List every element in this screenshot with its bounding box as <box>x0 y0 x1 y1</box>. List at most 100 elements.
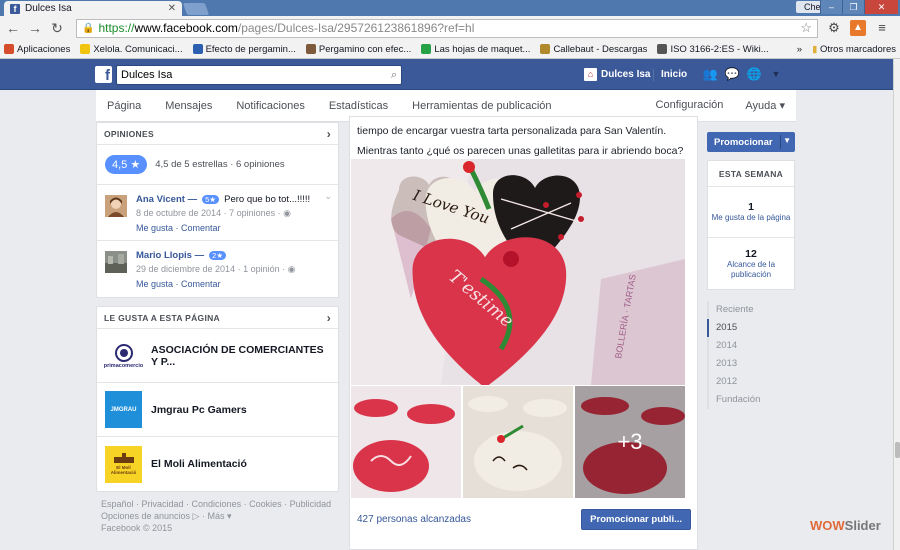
reviewer-avatar[interactable] <box>105 251 127 273</box>
page-scrollbar[interactable] <box>893 59 900 550</box>
chevron-right-icon[interactable]: › <box>327 311 331 325</box>
nav-estadisticas[interactable]: Estadísticas <box>329 100 388 112</box>
liked-page-logo[interactable]: JMGRAU <box>105 391 142 428</box>
review-stars-badge: 5★ <box>202 195 220 204</box>
reviewer-name[interactable]: Mario Llopis — <box>136 250 204 261</box>
post-reach[interactable]: 427 personas alcanzadas <box>357 514 471 525</box>
weekly-stat-label[interactable]: Alcance de la publicación <box>708 260 794 280</box>
bookmark-item[interactable]: Efecto de pergamin... <box>192 43 296 55</box>
review-actions[interactable]: Me gusta · Comentar <box>136 223 330 233</box>
facebook-search[interactable]: ⌕ <box>116 65 402 85</box>
liked-page-logo[interactable]: El Molí Alimentació <box>105 445 142 483</box>
profile-avatar-icon: ⌂ <box>584 68 597 81</box>
timeline-item[interactable]: 2012 <box>709 373 795 391</box>
post-thumbnail[interactable] <box>351 386 461 498</box>
reviewer-name[interactable]: Ana Vicent — <box>136 194 197 205</box>
this-week-card: ESTA SEMANA 1 Me gusta de la página 12 A… <box>707 160 795 290</box>
search-input[interactable] <box>121 69 391 81</box>
address-bar[interactable]: 🔒 https://www.facebook.com/pages/Dulces-… <box>76 18 818 38</box>
post-thumbnail[interactable] <box>463 386 573 498</box>
chrome-menu-icon[interactable]: ≡ <box>874 20 890 36</box>
footer-copyright: Facebook © 2015 <box>101 523 173 533</box>
scrollbar-thumb[interactable] <box>895 442 900 458</box>
friend-requests-icon[interactable]: 👥 <box>702 67 718 82</box>
bookmark-item[interactable]: Callebaut - Descargas <box>540 44 647 55</box>
footer-ad-options[interactable]: Opciones de anuncios ▷ · Más ▾ <box>101 510 334 522</box>
liked-page-name[interactable]: ASOCIACIÓN DE COMERCIANTES Y P... <box>151 344 330 368</box>
liked-page-item[interactable]: El Molí Alimentació El Moli Alimentació <box>97 437 338 491</box>
liked-page-logo[interactable]: primacomercio <box>104 337 143 374</box>
extension-icon[interactable]: ▲ <box>850 20 866 36</box>
bookmark-item[interactable]: ISO 3166-2:ES - Wiki... <box>657 43 769 55</box>
search-icon[interactable]: ⌕ <box>391 69 397 82</box>
other-bookmarks-folder[interactable]: ▮ Otros marcadores <box>812 44 896 55</box>
timeline-item[interactable]: Reciente <box>709 301 795 319</box>
close-tab-icon[interactable]: ✕ <box>168 3 176 14</box>
chevron-right-icon[interactable]: › <box>327 127 331 141</box>
reload-icon[interactable]: ↻ <box>50 20 64 37</box>
bookmark-item[interactable]: Aplicaciones <box>4 44 70 55</box>
home-link[interactable]: Inicio <box>661 69 687 80</box>
new-tab-button[interactable] <box>182 3 210 15</box>
facebook-logo-icon[interactable]: f <box>95 66 112 84</box>
header-divider <box>653 69 654 81</box>
browser-tab[interactable]: f Dulces Isa ✕ <box>4 1 182 16</box>
notifications-globe-icon[interactable]: 🌐 <box>746 67 762 82</box>
timeline-nav: Reciente 2015 2014 2013 2012 Fundación <box>707 301 795 409</box>
caret-down-icon[interactable]: ▼ <box>783 136 791 145</box>
weekly-stat[interactable]: 12 Alcance de la publicación <box>708 238 794 289</box>
review-options-chevron-icon[interactable]: ⌄ <box>324 191 332 202</box>
post-text-line: Mientras tanto ¿qué os parecen unas gall… <box>357 145 684 157</box>
weekly-stat-label[interactable]: Me gusta de la página <box>712 213 791 223</box>
liked-page-name[interactable]: El Moli Alimentació <box>151 458 247 470</box>
window-controls: – ❐ ✕ <box>820 0 898 14</box>
bookmark-star-icon[interactable]: ☆ <box>800 20 812 36</box>
bookmarks-overflow-chevron-icon[interactable]: » <box>797 44 802 55</box>
review-actions[interactable]: Me gusta · Comentar <box>136 279 330 289</box>
timeline-item[interactable]: 2014 <box>709 337 795 355</box>
messages-icon[interactable]: 💬 <box>724 67 740 82</box>
back-icon[interactable]: ← <box>6 20 20 36</box>
page-likes-header[interactable]: LE GUSTA A ESTA PÁGINA › <box>97 307 338 329</box>
nav-herramientas[interactable]: Herramientas de publicación <box>412 100 551 112</box>
page-likes-title: LE GUSTA A ESTA PÁGINA <box>104 312 220 323</box>
timeline-item[interactable]: Fundación <box>709 391 795 409</box>
more-photos-thumbnail[interactable]: +3 <box>575 386 685 498</box>
bookmark-label: Callebaut - Descargas <box>553 43 648 55</box>
close-window-icon[interactable]: ✕ <box>864 0 898 14</box>
nav-notificaciones[interactable]: Notificaciones <box>236 100 304 112</box>
bookmark-label: Efecto de pergamin... <box>205 43 296 55</box>
page-likes-card: LE GUSTA A ESTA PÁGINA › primacomercio A… <box>96 306 339 492</box>
bookmark-label: ISO 3166-2:ES - Wiki... <box>670 43 769 55</box>
forward-icon[interactable]: → <box>28 20 42 36</box>
bookmark-favicon-icon <box>657 44 668 54</box>
bookmark-favicon-icon <box>305 44 316 54</box>
footer-links[interactable]: Español · Privacidad · Condiciones · Coo… <box>101 498 334 510</box>
nav-pagina[interactable]: Página <box>107 100 141 112</box>
url-host: www.facebook.com <box>134 21 238 35</box>
promote-page-button[interactable]: Promocionar ▼ <box>707 132 795 152</box>
account-menu-chevron-icon[interactable]: ▼ <box>768 67 784 82</box>
timeline-item[interactable]: 2015 <box>707 319 795 337</box>
nav-configuracion[interactable]: Configuración <box>656 99 724 112</box>
page-footer: Español · Privacidad · Condiciones · Coo… <box>96 498 339 534</box>
maximize-icon[interactable]: ❐ <box>842 0 864 14</box>
bookmark-item[interactable]: Las hojas de maquet... <box>421 44 530 55</box>
nav-ayuda[interactable]: Ayuda ▾ <box>745 99 785 112</box>
review-stars-badge: 2★ <box>209 251 227 260</box>
weekly-stat[interactable]: 1 Me gusta de la página <box>708 187 794 238</box>
liked-page-item[interactable]: primacomercio ASOCIACIÓN DE COMERCIANTES… <box>97 329 338 383</box>
post-main-photo[interactable]: BOLLERÍA · TARTAS I Love You T'estime <box>351 159 685 385</box>
liked-page-name[interactable]: Jmgrau Pc Gamers <box>151 404 247 416</box>
nav-mensajes[interactable]: Mensajes <box>165 100 212 112</box>
profile-link[interactable]: ⌂ Dulces Isa <box>584 68 650 81</box>
liked-page-item[interactable]: JMGRAU Jmgrau Pc Gamers <box>97 383 338 437</box>
reviewer-avatar[interactable] <box>105 195 127 217</box>
timeline-item[interactable]: 2013 <box>709 355 795 373</box>
minimize-icon[interactable]: – <box>820 0 842 14</box>
promote-post-button[interactable]: Promocionar publi... <box>581 509 691 530</box>
settings-gear-icon[interactable]: ⚙ <box>826 20 842 36</box>
bookmark-item[interactable]: Pergamino con efec... <box>305 44 411 55</box>
bookmark-item[interactable]: Xelola. Comunicaci... <box>80 44 183 55</box>
reviews-header[interactable]: OPINIONES › <box>97 123 338 145</box>
